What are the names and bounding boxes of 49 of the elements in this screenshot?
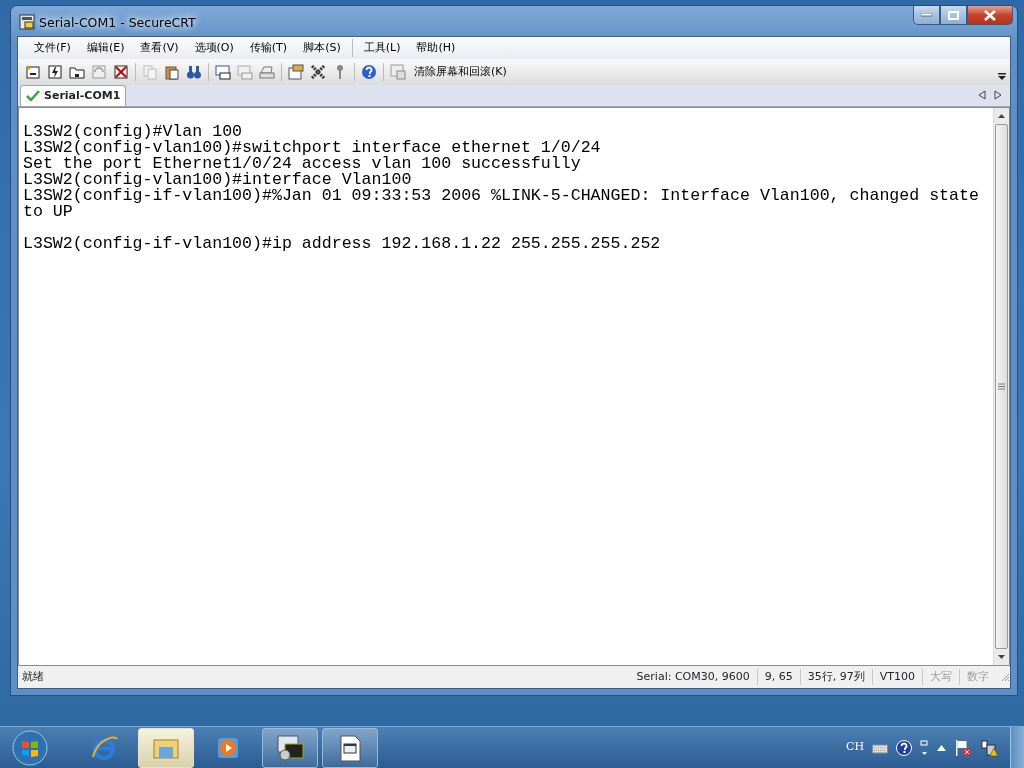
status-field: Serial: COM30, 9600 xyxy=(629,668,757,686)
help-icon[interactable] xyxy=(896,739,912,756)
tab[interactable]: Serial-COM1 xyxy=(20,84,127,106)
status-message: 就绪 xyxy=(21,668,44,685)
taskbar-button[interactable] xyxy=(262,727,318,768)
scrollbar-thumb[interactable] xyxy=(995,123,1008,649)
menu-item[interactable]: 工具(L) xyxy=(355,39,409,57)
tab-left-icon[interactable] xyxy=(978,90,986,101)
toolbar-overflow-icon[interactable] xyxy=(998,71,1006,82)
status-field: VT100 xyxy=(871,668,922,686)
taskbar-button[interactable] xyxy=(322,727,378,768)
maximize-icon xyxy=(948,10,959,20)
status-field: 数字 xyxy=(959,668,996,686)
menu-item[interactable]: 帮助(H) xyxy=(408,39,464,57)
restore-bar-icon[interactable] xyxy=(920,739,929,756)
close-button[interactable] xyxy=(967,6,1013,25)
terminal-app-icon xyxy=(275,732,305,763)
menu-item[interactable]: 文件(F) xyxy=(26,39,79,57)
show-hidden-icons-icon[interactable] xyxy=(937,744,946,751)
minimize-button[interactable] xyxy=(913,6,940,25)
keyboard-icon[interactable] xyxy=(872,741,888,754)
action-center-flag-icon[interactable] xyxy=(954,738,972,757)
terminal-line: L3SW2(config-vlan100)#switchport interface ethernet 1/0/24 xyxy=(23,139,601,156)
network-warning-icon[interactable] xyxy=(980,738,998,757)
clear-screen-button[interactable]: 清除屏幕和回滚(K) xyxy=(387,60,510,83)
terminal-line: L3SW2(config-if-vlan100)#ip address 192.168.1.22 255.255.255.252 xyxy=(23,235,661,252)
status-field: 9, 65 xyxy=(756,668,800,686)
menu-item[interactable]: 查看(V) xyxy=(132,39,187,57)
app-icon xyxy=(19,14,35,30)
language-indicator[interactable]: CH xyxy=(846,739,864,756)
terminal-line: L3SW2(config-vlan100)#interface Vlan100 xyxy=(23,171,412,188)
maximize-button[interactable] xyxy=(940,6,967,25)
window-title: Serial-COM1 - SecureCRT xyxy=(39,14,196,32)
status-field: 35行, 97列 xyxy=(799,668,872,686)
close-icon xyxy=(984,9,996,21)
menu-item[interactable]: 选项(O) xyxy=(186,39,242,57)
terminal-line: Set the port Ethernet1/0/24 access vlan 100 successfully xyxy=(23,155,581,172)
menu-item[interactable]: 脚本(S) xyxy=(295,39,349,57)
menu-item[interactable]: 编辑(E) xyxy=(78,39,133,57)
terminal-line: to UP xyxy=(23,203,73,220)
resize-grip-icon[interactable] xyxy=(1000,671,1010,682)
terminal-line: L3SW2(config)#Vlan 100 xyxy=(23,123,243,140)
checkmark-icon xyxy=(26,89,40,102)
tab-right-icon[interactable] xyxy=(994,90,1002,101)
menu-item[interactable]: 传输(T) xyxy=(241,39,296,57)
status-field: 大写 xyxy=(922,668,959,686)
terminal-line: L3SW2(config-if-vlan100)#%Jan 01 09:33:53 2006 %LINK-5-CHANGED: Interface Vlan100, changed state xyxy=(23,187,979,204)
minimize-icon xyxy=(921,13,932,17)
clear-screen-icon xyxy=(390,63,406,80)
